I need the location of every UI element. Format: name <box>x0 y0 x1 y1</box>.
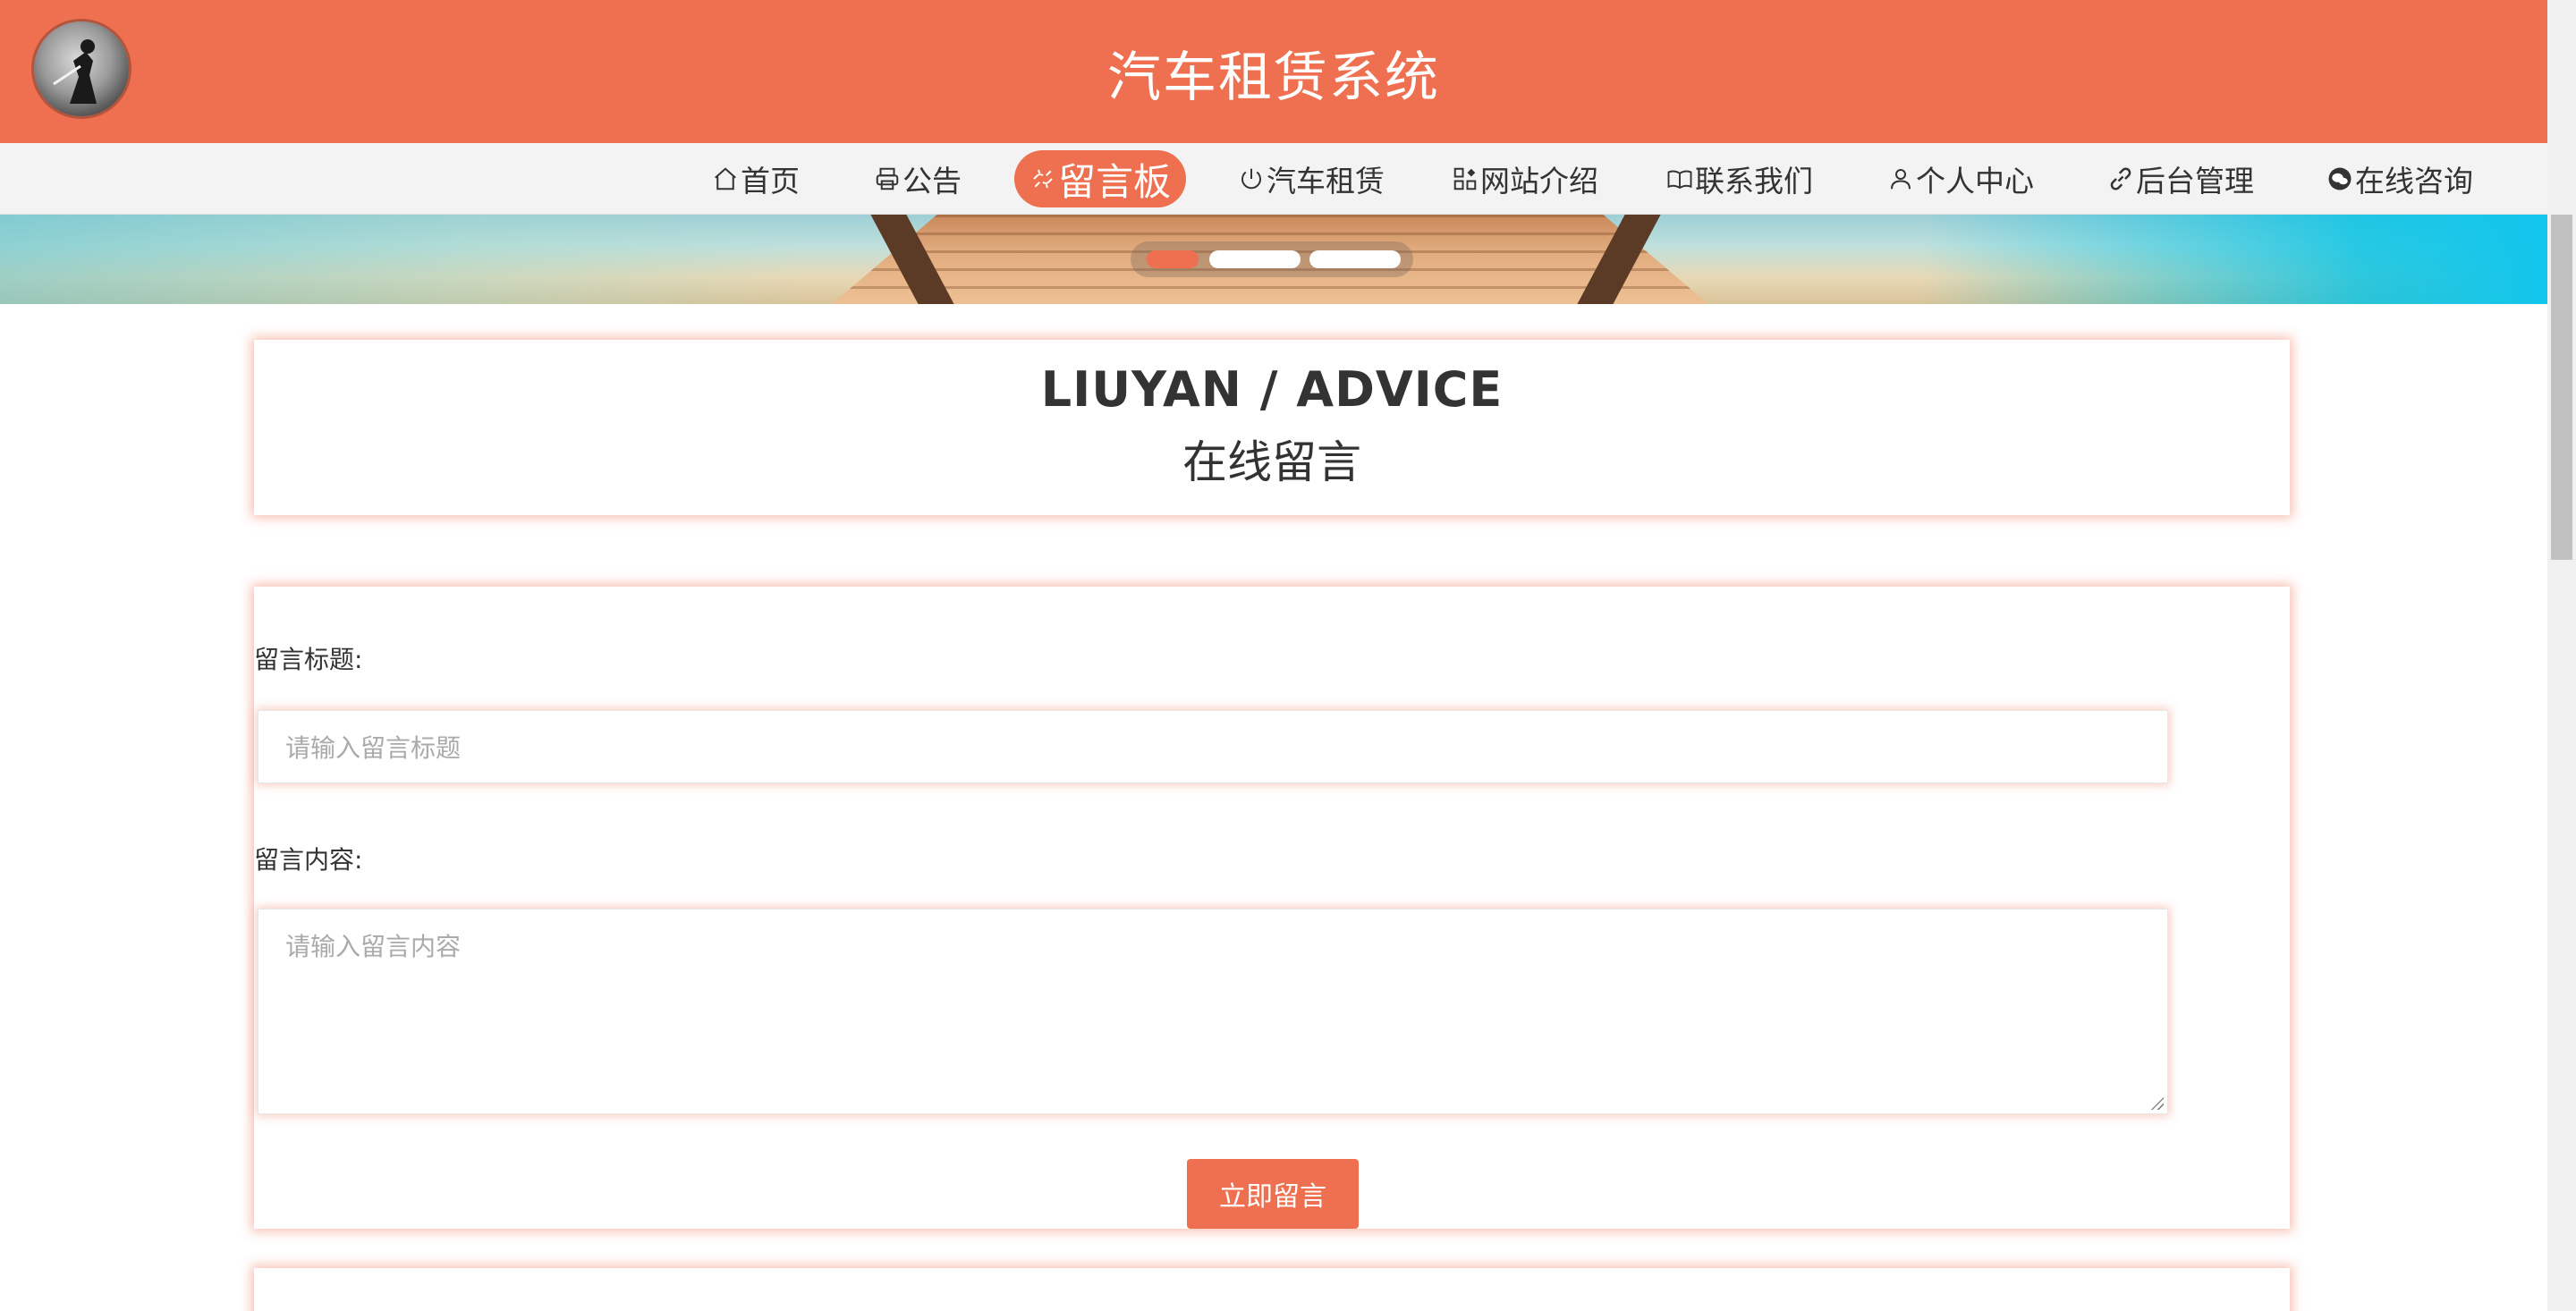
section-title-en: LIUYAN / ADVICE <box>1040 361 1504 418</box>
nav-item-label: 后台管理 <box>2136 164 2254 199</box>
message-title-placeholder: 请输入留言标题 <box>285 733 462 763</box>
title-field-label: 留言标题: <box>254 645 363 674</box>
nav-item-site-intro[interactable]: 网站介绍 <box>1451 150 1599 207</box>
book-open-icon <box>1666 165 1693 192</box>
nav-item-label: 在线咨询 <box>2355 164 2473 199</box>
page: 汽车租赁系统 首页 公告 留言板 汽车租赁 网站介绍 联系我们 个人中心 后台管… <box>0 0 2576 1311</box>
banner-sea-left <box>0 215 805 304</box>
nav-item-notice[interactable]: 公告 <box>873 150 962 207</box>
home-icon <box>712 165 739 192</box>
printer-icon <box>874 165 901 192</box>
nav-item-admin[interactable]: 后台管理 <box>2107 150 2254 207</box>
carousel-dot-2[interactable] <box>1209 250 1301 268</box>
scrollbar-thumb[interactable] <box>2551 215 2572 560</box>
nav-item-label: 网站介绍 <box>1480 164 1598 199</box>
nav-item-label: 公告 <box>902 164 962 199</box>
resize-grip-icon[interactable] <box>2149 1095 2164 1110</box>
nav-item-label: 汽车租赁 <box>1267 164 1385 199</box>
message-list-card <box>254 1268 2290 1311</box>
nav-item-home[interactable]: 首页 <box>707 150 805 207</box>
message-title-input[interactable]: 请输入留言标题 <box>258 710 2168 783</box>
section-title-cn: 在线留言 <box>1182 436 1361 488</box>
banner-sea-right <box>1921 215 2547 304</box>
section-title-card: LIUYAN / ADVICE 在线留言 <box>254 340 2290 515</box>
nav-item-label: 留言板 <box>1057 159 1171 204</box>
power-icon <box>1238 165 1265 192</box>
nav-item-contact[interactable]: 联系我们 <box>1665 150 1814 207</box>
nav-item-label: 首页 <box>741 164 800 199</box>
apps-icon <box>1452 165 1479 192</box>
carousel-indicators <box>1131 241 1413 277</box>
nav-item-label: 个人中心 <box>1916 164 2034 199</box>
message-form: 留言标题: 请输入留言标题 留言内容: 请输入留言内容 立即留言 <box>254 587 2290 1229</box>
header-bar: 汽车租赁系统 <box>0 0 2547 143</box>
nav-item-message-board[interactable]: 留言板 <box>1014 150 1186 207</box>
nav-item-car-rental[interactable]: 汽车租赁 <box>1238 150 1385 207</box>
nav-item-label: 联系我们 <box>1695 164 1813 199</box>
link-icon <box>2107 165 2134 192</box>
site-title: 汽车租赁系统 <box>1107 47 1440 109</box>
content-field-label: 留言内容: <box>254 845 363 875</box>
nav-item-online-consult[interactable]: 在线咨询 <box>2326 150 2474 207</box>
submit-message-button[interactable]: 立即留言 <box>1187 1159 1359 1229</box>
main-nav: 首页 公告 留言板 汽车租赁 网站介绍 联系我们 个人中心 后台管理 在线咨询 <box>0 143 2547 215</box>
carousel-dot-3[interactable] <box>1309 250 1401 268</box>
wechat-icon <box>2326 165 2353 192</box>
nav-item-personal-center[interactable]: 个人中心 <box>1887 150 2034 207</box>
page-scrollbar[interactable] <box>2547 0 2576 1311</box>
carousel-dot-1[interactable] <box>1147 250 1199 268</box>
user-icon <box>1887 165 1914 192</box>
message-content-textarea[interactable]: 请输入留言内容 <box>258 909 2168 1114</box>
message-content-placeholder: 请输入留言内容 <box>285 932 462 961</box>
link-broken-icon <box>1030 165 1056 192</box>
